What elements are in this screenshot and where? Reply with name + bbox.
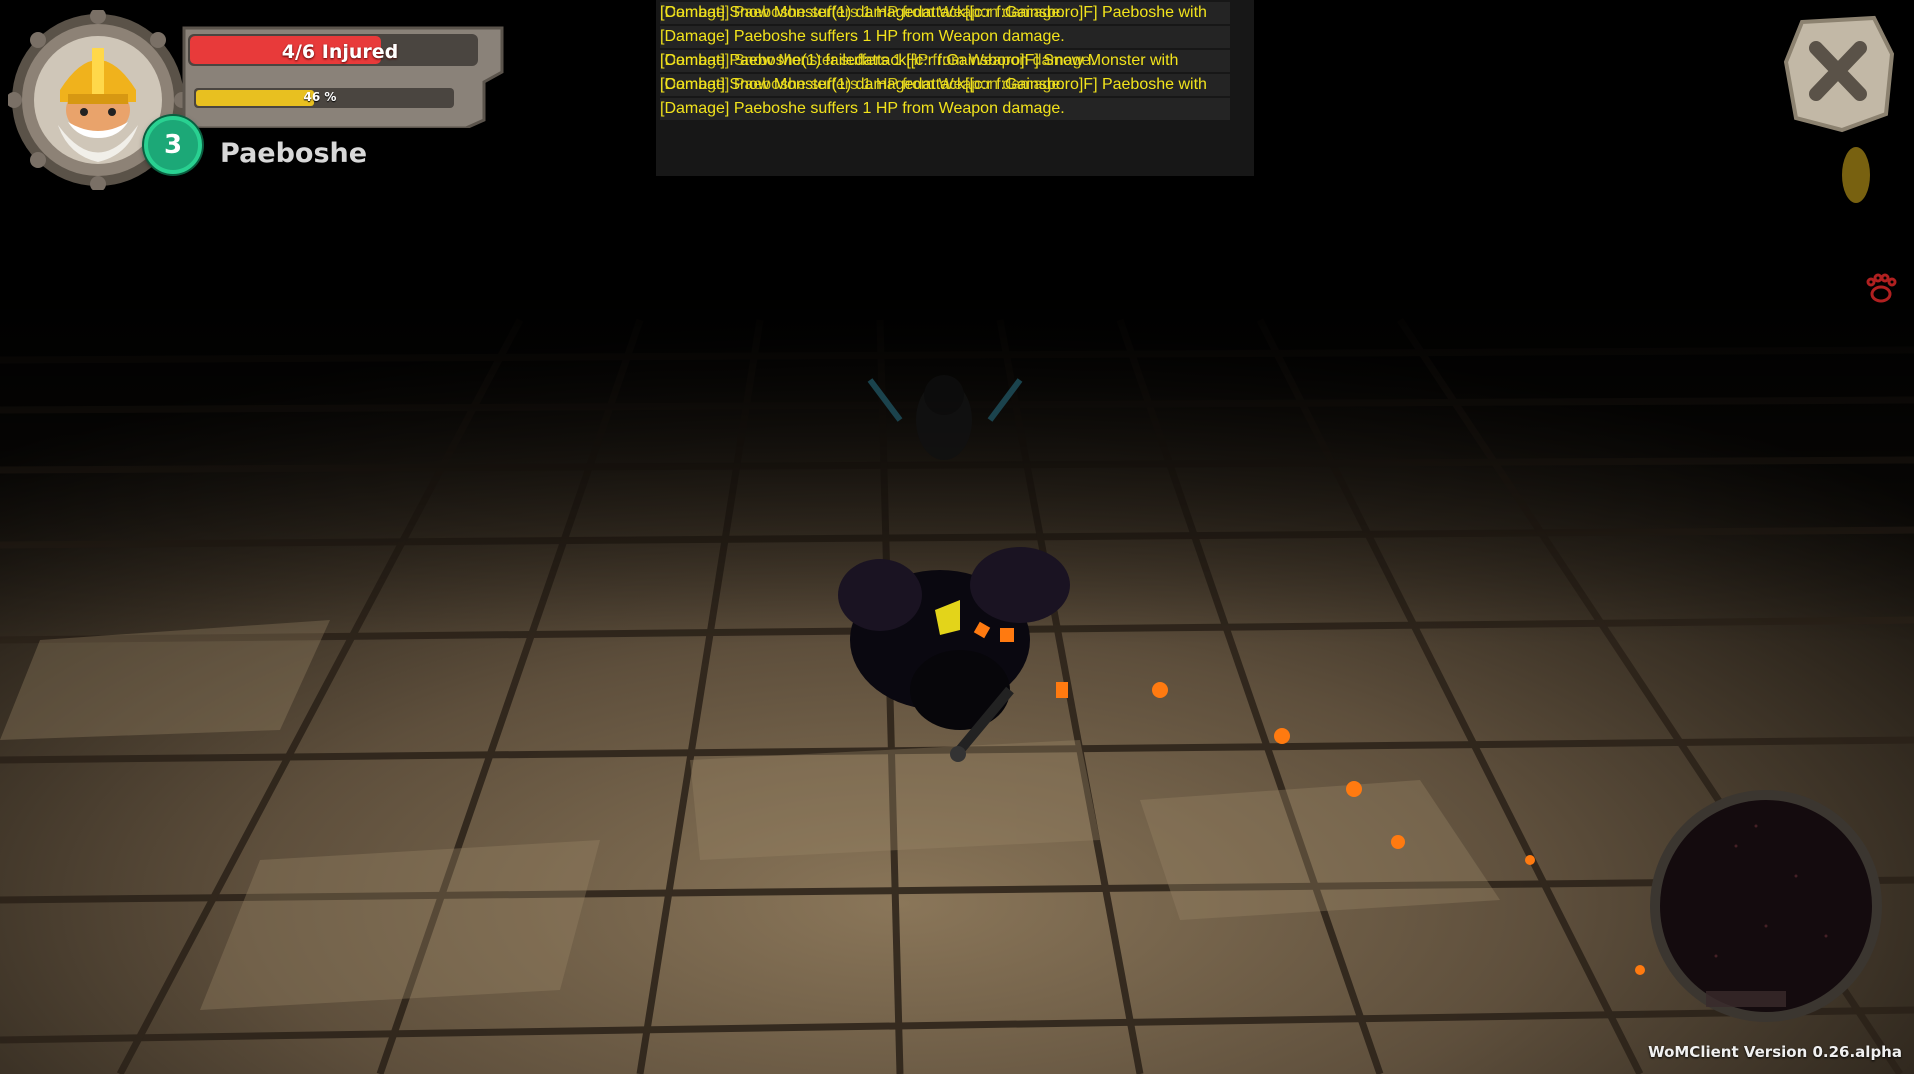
minimap[interactable]: [1646, 786, 1886, 1026]
version-label: WoMClient Version 0.26.alpha: [1648, 1043, 1902, 1061]
chat-line: [Damage] Paeboshe suffers 1 HP from Weap…: [660, 98, 1230, 120]
xp-label: 46 %: [303, 90, 337, 104]
chat-line-overlay: [Damage] Snow Monster suffers 1 HP from …: [660, 52, 1095, 69]
chat-line: [Combat] Snow Monster(1) damagedattack[[…: [660, 74, 1230, 96]
health-label: 4/6 Injured: [281, 41, 399, 63]
chat-line: [Combat] Snow Monster(1) damagedattack[[…: [660, 2, 1230, 24]
chat-line-text: [Damage] Paeboshe suffers 1 HP from Weap…: [660, 100, 1065, 117]
close-button[interactable]: [1782, 14, 1896, 134]
level-badge: 3: [144, 116, 202, 174]
chat-line: [Damage] Paeboshe suffers 1 HP from Weap…: [660, 26, 1230, 48]
player-name: Paeboshe: [220, 138, 368, 169]
combat-log[interactable]: [Combat] Snow Monster(1) damagedattack[[…: [656, 0, 1254, 176]
chat-line-overlay: [Damage] Paeboshe suffers 1 HP from Weap…: [660, 76, 1065, 93]
chat-line-overlay: [Damage] Paeboshe suffers 1 HP from Weap…: [660, 4, 1065, 21]
paw-print-icon[interactable]: [1864, 272, 1898, 306]
chat-line: [Combat] Paeboshe(1) failedattack[[c:r f…: [660, 50, 1230, 72]
chat-line-text: [Damage] Paeboshe suffers 1 HP from Weap…: [660, 28, 1065, 45]
